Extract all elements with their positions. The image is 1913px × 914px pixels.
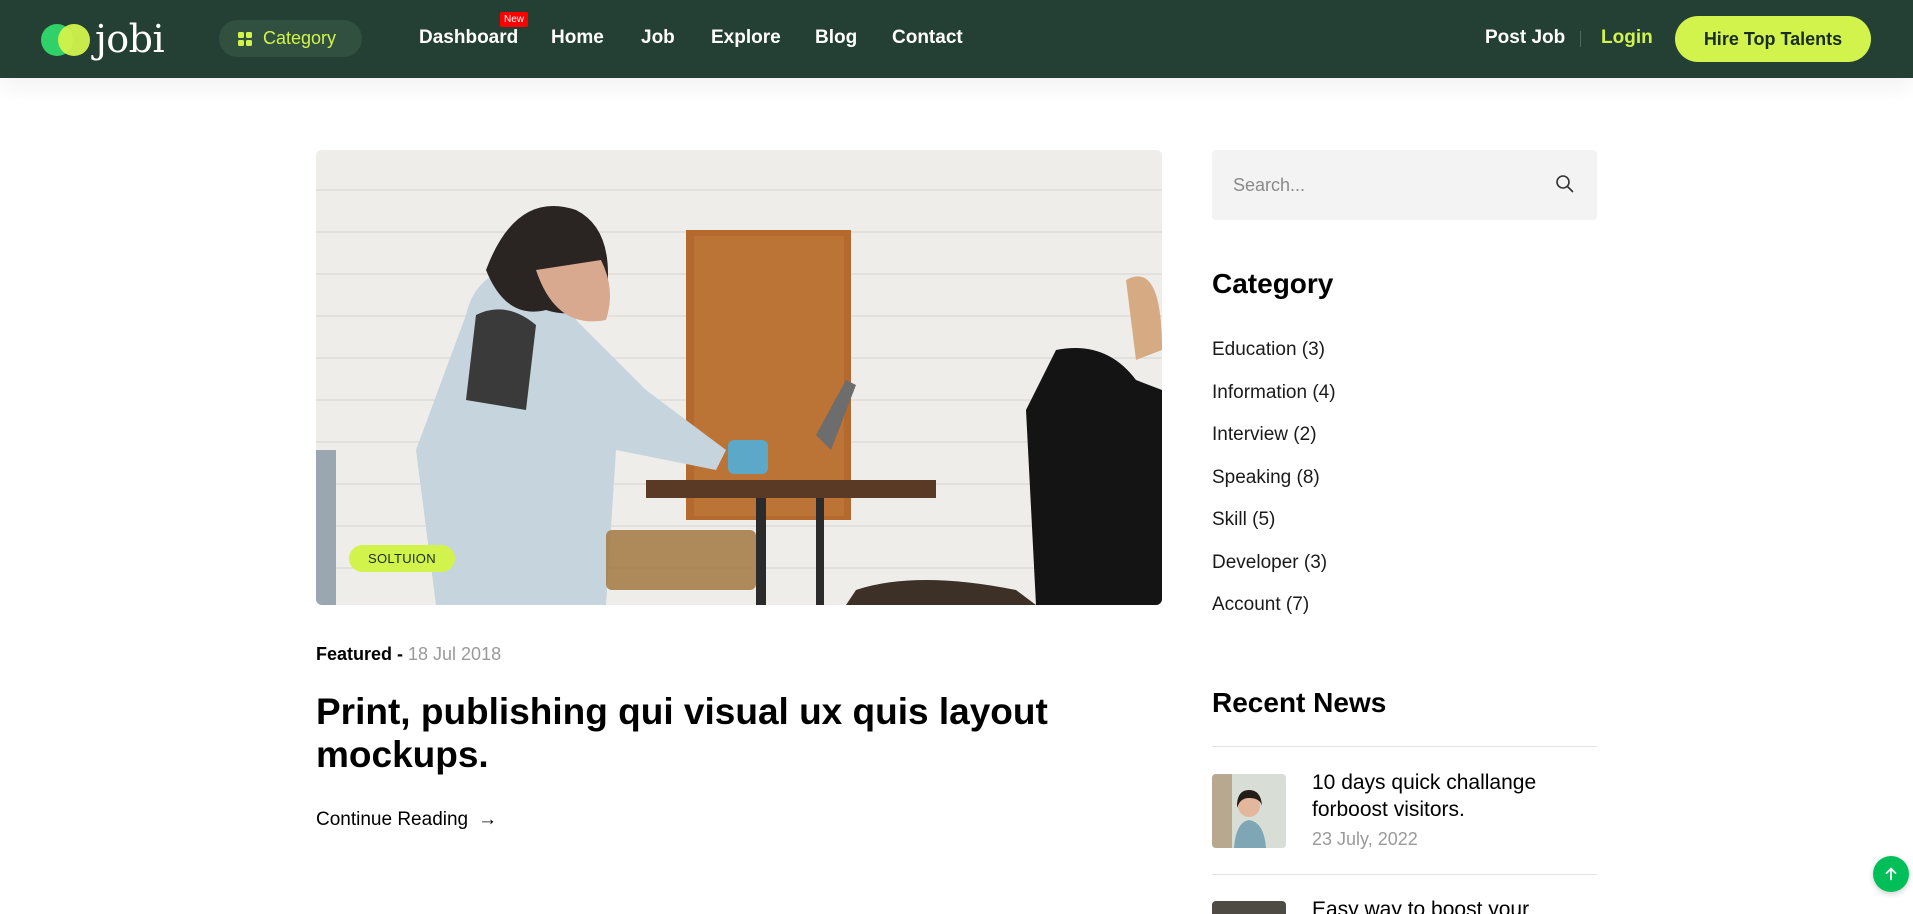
search-box xyxy=(1212,150,1597,220)
post-category-tag[interactable]: SOLTUION xyxy=(349,545,455,572)
post-featured-label: Featured - xyxy=(316,644,409,664)
category-item-speaking[interactable]: Speaking (8) xyxy=(1212,466,1336,509)
nav-job[interactable]: Job xyxy=(641,27,675,49)
top-navbar: jobi Category Dashboard New Home Job Exp… xyxy=(0,0,1913,78)
post-featured-image[interactable] xyxy=(316,150,1162,605)
scroll-to-top-button[interactable] xyxy=(1873,856,1909,892)
category-list: Education (3) Information (4) Interview … xyxy=(1212,338,1336,636)
login-link[interactable]: Login xyxy=(1601,27,1653,49)
post-job-link[interactable]: Post Job xyxy=(1485,27,1565,49)
news-title[interactable]: Easy way to boost your xyxy=(1312,896,1597,914)
category-button-label: Category xyxy=(263,28,337,48)
news-divider xyxy=(1212,874,1597,875)
category-grid-icon xyxy=(238,31,252,46)
continue-reading-label: Continue Reading xyxy=(316,809,469,830)
news-thumbnail[interactable] xyxy=(1212,901,1286,914)
category-item-developer[interactable]: Developer (3) xyxy=(1212,551,1336,594)
continue-reading-link[interactable]: Continue Reading → xyxy=(316,809,497,831)
news-thumbnail[interactable] xyxy=(1212,774,1286,848)
search-icon[interactable] xyxy=(1555,174,1575,194)
post-title[interactable]: Print, publishing qui visual ux quis lay… xyxy=(316,690,1076,776)
nav-divider xyxy=(1580,31,1581,47)
nav-explore[interactable]: Explore xyxy=(711,27,781,49)
news-title[interactable]: 10 days quick challange forboost visitor… xyxy=(1312,769,1597,823)
post-meta: Featured - 18 Jul 2018 xyxy=(316,644,501,665)
category-item-information[interactable]: Information (4) xyxy=(1212,381,1336,424)
nav-blog[interactable]: Blog xyxy=(815,27,857,49)
arrow-up-icon xyxy=(1885,867,1897,881)
brand-logo[interactable]: jobi xyxy=(41,17,165,61)
category-item-education[interactable]: Education (3) xyxy=(1212,338,1336,381)
category-item-account[interactable]: Account (7) xyxy=(1212,593,1336,636)
category-heading: Category xyxy=(1212,268,1334,299)
nav-dashboard[interactable]: Dashboard xyxy=(419,27,518,49)
nav-home[interactable]: Home xyxy=(551,27,604,49)
nav-contact[interactable]: Contact xyxy=(892,27,963,49)
new-badge: New xyxy=(500,12,529,27)
news-divider xyxy=(1212,746,1597,747)
recent-news-heading: Recent News xyxy=(1212,687,1387,718)
category-item-skill[interactable]: Skill (5) xyxy=(1212,508,1336,551)
brand-name: jobi xyxy=(95,17,165,61)
search-input[interactable] xyxy=(1233,150,1533,220)
logo-mark xyxy=(41,18,93,60)
arrow-right-icon: → xyxy=(478,809,498,830)
hire-top-talents-button[interactable]: Hire Top Talents xyxy=(1675,16,1871,62)
category-item-interview[interactable]: Interview (2) xyxy=(1212,423,1336,466)
category-menu-button[interactable]: Category xyxy=(219,20,362,57)
news-date: 23 July, 2022 xyxy=(1312,829,1418,849)
post-date: 18 Jul 2018 xyxy=(408,644,502,664)
